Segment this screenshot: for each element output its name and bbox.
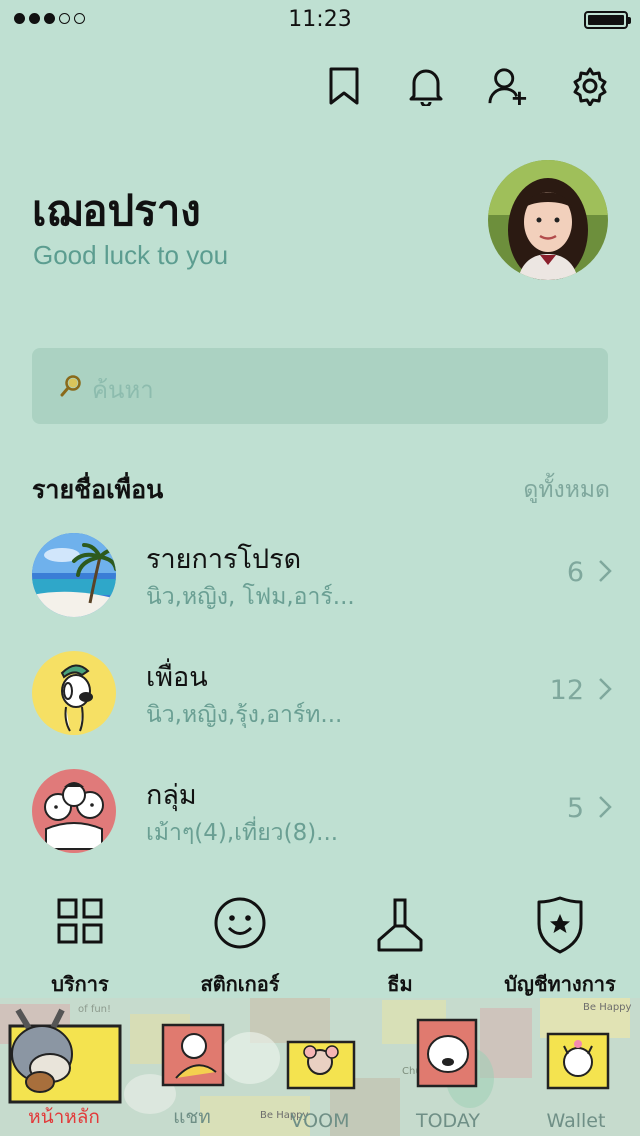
tile-label: ธีม [387,972,413,996]
add-friend-icon[interactable] [488,64,528,108]
bookmark-icon[interactable] [324,64,364,108]
chevron-right-icon [598,795,612,823]
friends-section-title: รายชื่อเพื่อน [32,475,164,504]
list-item-title: กลุ่ม [146,780,197,811]
favorites-thumbnail [32,533,116,617]
today-tab-icon [416,1018,478,1088]
tab-today[interactable]: TODAY [384,1110,512,1132]
shield-star-icon [480,896,640,960]
list-item-count: 5 [566,793,584,824]
chevron-right-icon [598,677,612,705]
tab-voom[interactable]: VOOM [256,1110,384,1132]
groups-thumbnail [32,769,116,853]
friends-thumbnail [32,651,116,735]
list-item-subtitle: เม้าๆ(4),เที่ยว(8)... [146,820,339,846]
tab-home[interactable]: หน้าหลัก [0,1102,128,1132]
list-item-title: รายการโปรด [146,544,302,575]
header-actions [324,64,610,108]
list-item-count: 12 [549,675,584,706]
list-item-count: 6 [566,557,584,588]
smiley-icon [160,896,320,960]
shortcut-tiles: บริการ สติกเกอร์ ธีม บัญชีทางการ [0,892,640,1002]
list-item-friends[interactable]: เพื่อน นิว,หญิง,รุ้ง,อาร์ท... 12 [0,651,640,751]
brush-icon [320,896,480,960]
bell-icon[interactable] [406,64,446,108]
list-item-favorites[interactable]: รายการโปรด นิว,หญิง, โฟม,อาร์... 6 [0,533,640,633]
stickers-button[interactable]: สติกเกอร์ [160,892,320,1002]
tile-label: สติกเกอร์ [200,972,280,996]
tab-chat[interactable]: แชท [128,1102,256,1132]
list-item-groups[interactable]: กลุ่ม เม้าๆ(4),เที่ยว(8)... 5 [0,769,640,869]
list-item-subtitle: นิว,หญิง, โฟม,อาร์... [146,584,355,610]
chat-tab-icon [161,1023,225,1087]
status-bar: 11:23 [0,0,640,40]
tile-label: บริการ [51,972,109,996]
profile-status-message[interactable]: Good luck to you [33,240,228,271]
services-button[interactable]: บริการ [0,892,160,1002]
search-icon [60,374,82,402]
list-item-title: เพื่อน [146,662,208,693]
background-text: of fun! [78,1004,111,1015]
battery-icon [584,11,631,29]
search-placeholder: ค้นหา [92,376,154,404]
background-text: Be Happy [583,1002,632,1013]
grid-icon [0,896,160,960]
avatar[interactable] [488,160,608,280]
list-item-subtitle: นิว,หญิง,รุ้ง,อาร์ท... [146,702,343,728]
gear-icon[interactable] [570,64,610,108]
profile-name[interactable]: เฌอปราง [32,178,201,244]
tab-bar: Be Happy Be Happy Chu Chu of fun! [0,998,640,1136]
tile-label: บัญชีทางการ [504,972,616,996]
see-all-link[interactable]: ดูทั้งหมด [523,472,610,508]
search-bar[interactable]: ค้นหา [32,348,608,424]
chevron-right-icon [598,559,612,587]
official-accounts-button[interactable]: บัญชีทางการ [480,892,640,1002]
themes-button[interactable]: ธีม [320,892,480,1002]
voom-tab-icon [286,1040,356,1090]
tab-wallet[interactable]: Wallet [512,1110,640,1132]
wallet-tab-icon [546,1032,610,1090]
status-time: 11:23 [288,7,352,32]
